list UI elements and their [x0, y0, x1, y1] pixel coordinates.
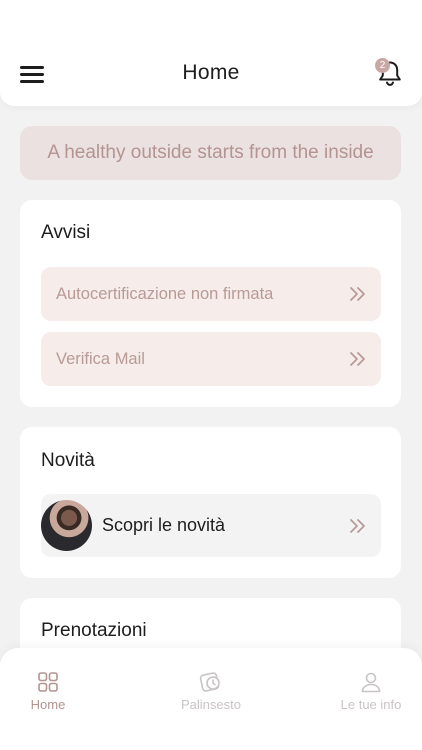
avvisi-card: Avvisi Autocertificazione non firmata Ve… — [20, 200, 401, 407]
novita-title: Novità — [41, 450, 95, 471]
discover-news-row[interactable]: Scopri le novità — [41, 494, 381, 557]
nav-palinsesto-label: Palinsesto — [181, 697, 241, 712]
notification-count-badge: 2 — [375, 58, 390, 73]
double-chevron-right-icon — [350, 519, 365, 533]
grid-icon — [38, 672, 58, 692]
schedule-icon — [199, 672, 220, 692]
nav-palinsesto[interactable]: Palinsesto — [151, 670, 271, 720]
notice-label: Verifica Mail — [56, 350, 145, 368]
double-chevron-right-icon — [350, 287, 365, 301]
nav-user-info-label: Le tue info — [340, 697, 402, 712]
novita-card: Novità Scopri le novità — [20, 427, 401, 578]
notice-label: Autocertificazione non firmata — [56, 285, 274, 303]
app-header: Home 2 — [0, 0, 422, 106]
discover-news-label: Scopri le novità — [102, 515, 226, 535]
notice-verifica-mail[interactable]: Verifica Mail — [41, 332, 381, 386]
page-title: Home — [182, 61, 240, 84]
nav-user-info[interactable]: Le tue info — [311, 670, 422, 720]
bottom-navigation: Home Palinsesto Le tue info — [0, 648, 422, 750]
nav-home[interactable]: Home — [0, 670, 108, 720]
prenotazioni-title: Prenotazioni — [41, 620, 147, 641]
notice-autocertificazione[interactable]: Autocertificazione non firmata — [41, 267, 381, 321]
tagline-banner: A healthy outside starts from the inside — [20, 126, 401, 180]
double-chevron-right-icon — [350, 352, 365, 366]
notifications-button[interactable]: 2 — [375, 58, 405, 88]
news-avatar — [41, 500, 92, 551]
avvisi-title: Avvisi — [41, 222, 91, 243]
nav-home-label: Home — [30, 697, 66, 712]
home-screen: Home 2 A healthy outside starts from the… — [0, 0, 422, 750]
user-icon — [361, 672, 381, 693]
